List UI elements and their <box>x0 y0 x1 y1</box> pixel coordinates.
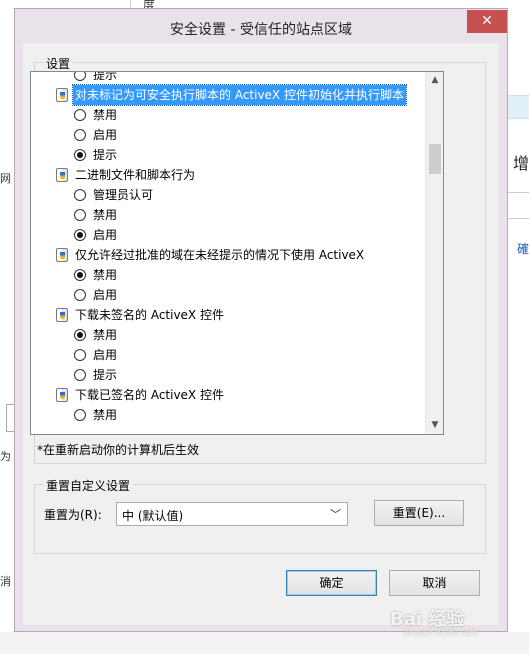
radio-unchecked-icon[interactable] <box>74 129 86 141</box>
security-shield-icon <box>56 168 68 182</box>
cancel-button[interactable]: 取消 <box>389 570 480 596</box>
radio-unchecked-icon[interactable] <box>74 209 86 221</box>
reset-to-label: 重置为(R): <box>44 508 102 522</box>
chevron-down-icon: ﹀ <box>330 508 341 521</box>
setting-option[interactable]: 禁用 <box>31 105 425 125</box>
background-left-text: 网 <box>0 172 11 185</box>
setting-category-label: 下载未签名的 ActiveX 控件 <box>75 308 224 322</box>
setting-category[interactable]: 二进制文件和脚本行为 <box>31 165 425 185</box>
setting-category[interactable]: 仅允许经过批准的域在未经提示的情况下使用 ActiveX <box>31 245 425 265</box>
setting-option-label: 禁用 <box>93 328 118 342</box>
setting-category-label: 对未标记为可安全执行脚本的 ActiveX 控件初始化并执行脚本 <box>72 84 407 106</box>
radio-checked-icon[interactable] <box>74 229 86 241</box>
setting-option[interactable]: 禁用 <box>31 325 425 345</box>
setting-category-label: 二进制文件和脚本行为 <box>75 168 196 182</box>
setting-option-label: 提示 <box>93 71 118 82</box>
setting-category[interactable]: 下载未签名的 ActiveX 控件 <box>31 305 425 325</box>
setting-option-label: 禁用 <box>93 268 118 282</box>
close-icon: ✕ <box>481 13 493 29</box>
setting-option-label: 禁用 <box>93 108 118 122</box>
settings-legend: 设置 <box>43 55 74 72</box>
scroll-thumb[interactable] <box>429 144 441 174</box>
security-shield-icon <box>56 248 68 262</box>
radio-unchecked-icon[interactable] <box>74 349 86 361</box>
close-button[interactable]: ✕ <box>467 10 507 33</box>
watermark-text: Bai 经验 <box>390 609 465 630</box>
setting-option[interactable]: 提示 <box>31 365 425 385</box>
restart-note: *在重新启动你的计算机后生效 <box>37 443 200 457</box>
radio-unchecked-icon[interactable] <box>74 409 86 421</box>
background-right-band <box>508 95 529 119</box>
security-shield-icon <box>56 388 68 402</box>
reset-button[interactable]: 重置(E)... <box>374 500 464 526</box>
reset-legend: 重置自定义设置 <box>43 477 134 494</box>
setting-category[interactable]: 对未标记为可安全执行脚本的 ActiveX 控件初始化并执行脚本 <box>31 84 425 106</box>
setting-option[interactable]: 禁用 <box>31 265 425 285</box>
setting-option[interactable]: 管理员认可 <box>31 185 425 205</box>
setting-option-label: 启用 <box>93 228 118 242</box>
baidu-watermark-logo: Bai 经验 <box>390 605 525 647</box>
setting-option-label: 提示 <box>93 368 118 382</box>
security-shield-icon <box>56 308 68 322</box>
background-right-heading: 增 <box>513 154 529 173</box>
background-left-text: 消 <box>0 575 11 588</box>
radio-unchecked-icon[interactable] <box>74 189 86 201</box>
setting-option[interactable]: 提示 <box>31 71 425 85</box>
radio-unchecked-icon[interactable] <box>74 369 86 381</box>
background-left-text: 为 <box>0 450 11 463</box>
setting-option-label: 启用 <box>93 128 118 142</box>
radio-unchecked-icon[interactable] <box>74 289 86 301</box>
background-right-divider <box>508 192 529 193</box>
radio-checked-icon[interactable] <box>74 329 86 341</box>
reset-level-value: 中 (默认值) <box>122 509 184 523</box>
background-right-link: 確 <box>517 242 529 256</box>
setting-option-label: 管理员认可 <box>93 188 154 202</box>
scroll-down-icon[interactable]: ▼ <box>426 417 443 434</box>
setting-option-label: 禁用 <box>93 408 118 422</box>
setting-option[interactable]: 禁用 <box>31 205 425 225</box>
radio-unchecked-icon[interactable] <box>74 72 86 81</box>
dialog-title: 安全设置 - 受信任的站点区域 <box>170 22 352 38</box>
background-right-divider <box>508 218 529 219</box>
reset-level-select[interactable]: 中 (默认值) ﹀ <box>116 502 348 526</box>
watermark-subtext: jingyan.baidu.com <box>404 628 478 637</box>
setting-option-label: 提示 <box>93 148 118 162</box>
settings-tree[interactable]: 禁用 下载已签名的 ActiveX 控件 提示 启用 禁用 下载未签名的 ActiveX … <box>30 71 444 435</box>
background-left-panel <box>0 14 14 654</box>
setting-option-label: 启用 <box>93 348 118 362</box>
setting-option[interactable]: 禁用 <box>31 405 425 425</box>
setting-option[interactable]: 启用 <box>31 225 425 245</box>
ok-button[interactable]: 确定 <box>286 570 377 596</box>
scroll-up-icon[interactable]: ▲ <box>426 72 443 89</box>
setting-option[interactable]: 启用 <box>31 345 425 365</box>
setting-category-label: 下载已签名的 ActiveX 控件 <box>75 388 224 402</box>
setting-option-label: 禁用 <box>93 208 118 222</box>
security-shield-icon <box>56 88 68 102</box>
setting-option[interactable]: 启用 <box>31 125 425 145</box>
setting-option[interactable]: 提示 <box>31 145 425 165</box>
setting-option[interactable]: 启用 <box>31 285 425 305</box>
setting-option-label: 启用 <box>93 288 118 302</box>
radio-checked-icon[interactable] <box>74 269 86 281</box>
setting-category[interactable]: 下载已签名的 ActiveX 控件 <box>31 385 425 405</box>
dialog-titlebar[interactable]: 安全设置 - 受信任的站点区域 ✕ <box>15 9 507 43</box>
vertical-scrollbar[interactable]: ▲ ▼ <box>425 72 443 434</box>
radio-unchecked-icon[interactable] <box>74 109 86 121</box>
radio-checked-icon[interactable] <box>74 149 86 161</box>
setting-category-label: 仅允许经过批准的域在未经提示的情况下使用 ActiveX <box>75 248 365 262</box>
